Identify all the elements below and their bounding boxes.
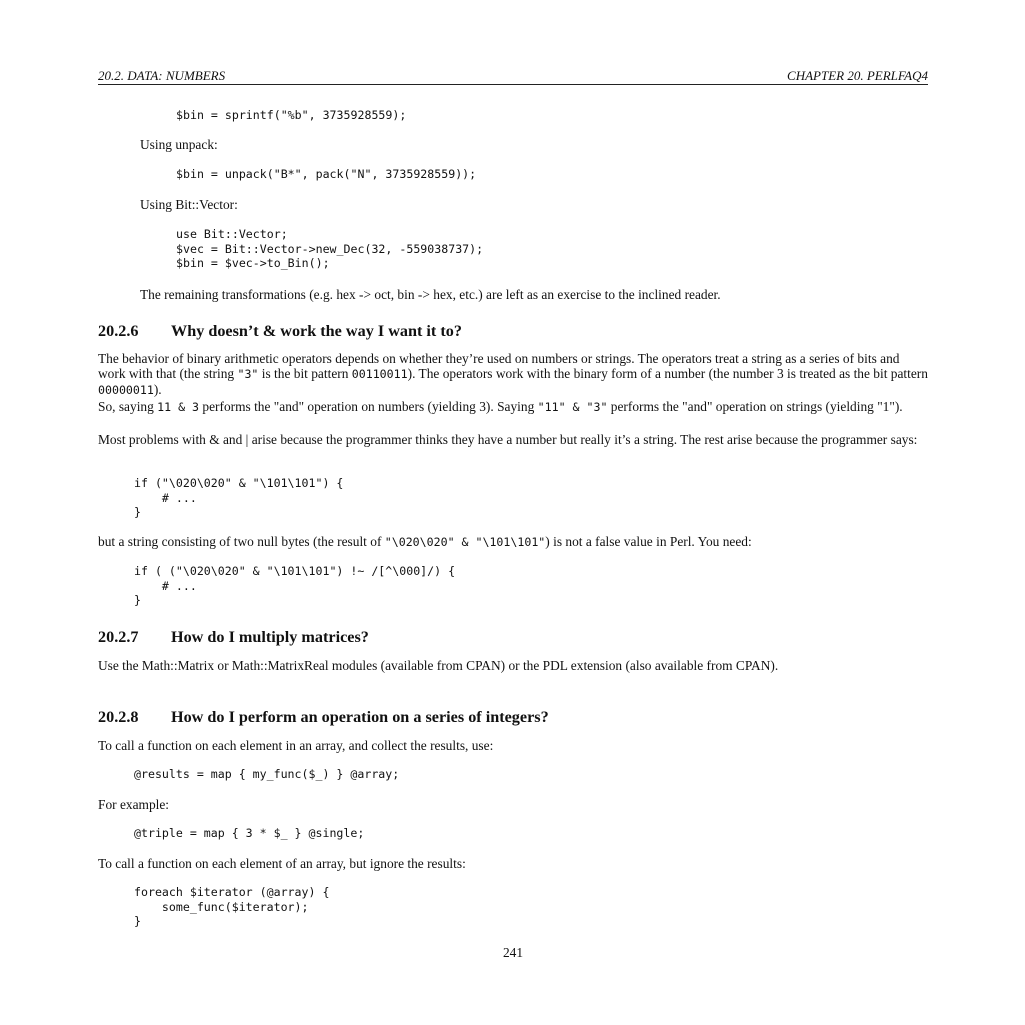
heading-20-2-6: 20.2.6 Why doesn’t & work the way I want … — [98, 322, 462, 340]
paragraph-bitwise-behavior: The behavior of binary arithmetic operat… — [98, 351, 928, 397]
running-header: 20.2. DATA: NUMBERS CHAPTER 20. PERLFAQ4 — [98, 66, 928, 85]
paragraph-null-bytes: but a string consisting of two null byte… — [98, 534, 752, 549]
section-number: 20.2.6 — [98, 322, 139, 340]
section-title: How do I multiply matrices? — [171, 628, 369, 646]
section-number: 20.2.7 — [98, 628, 139, 646]
section-number: 20.2.8 — [98, 708, 139, 726]
page-number: 241 — [502, 945, 524, 960]
heading-20-2-7: 20.2.7 How do I multiply matrices? — [98, 628, 369, 646]
code-map-results: @results = map { my_func($_) } @array; — [134, 767, 400, 781]
code-unpack: $bin = unpack("B*", pack("N", 3735928559… — [176, 167, 477, 181]
paragraph-matrix-modules: Use the Math::Matrix or Math::MatrixReal… — [98, 658, 779, 673]
paragraph-remaining: The remaining transformations (e.g. hex … — [140, 287, 721, 302]
section-title: How do I perform an operation on a serie… — [171, 708, 549, 726]
paragraph-common-problems: Most problems with & and | arise because… — [98, 432, 918, 447]
paragraph-for-example: For example: — [98, 797, 170, 812]
paragraph-map-intro: To call a function on each element in an… — [98, 738, 494, 753]
code-map-triple: @triple = map { 3 * $_ } @single; — [134, 826, 365, 840]
section-title: Why doesn’t & work the way I want it to? — [171, 322, 462, 340]
label-using-bitvector: Using Bit::Vector: — [140, 197, 238, 212]
code-bitvector: use Bit::Vector; $vec = Bit::Vector->new… — [176, 227, 484, 271]
code-sprintf: $bin = sprintf("%b", 3735928559); — [176, 108, 407, 122]
code-if-not-match: if ( ("\020\020" & "\101\101") !~ /[^\00… — [134, 564, 456, 608]
paragraph-foreach-intro: To call a function on each element of an… — [98, 856, 466, 871]
header-chapter: CHAPTER 20. PERLFAQ4 — [787, 68, 928, 83]
code-if-and: if ("\020\020" & "\101\101") { # ... } — [134, 476, 344, 520]
paragraph-and-examples: So, saying 11 & 3 performs the "and" ope… — [98, 399, 903, 414]
heading-20-2-8: 20.2.8 How do I perform an operation on a… — [98, 708, 549, 726]
document-page: 20.2. DATA: NUMBERS CHAPTER 20. PERLFAQ4… — [98, 66, 928, 960]
label-using-unpack: Using unpack: — [140, 137, 218, 152]
header-section: 20.2. DATA: NUMBERS — [98, 68, 226, 83]
code-foreach: foreach $iterator (@array) { some_func($… — [134, 885, 330, 929]
